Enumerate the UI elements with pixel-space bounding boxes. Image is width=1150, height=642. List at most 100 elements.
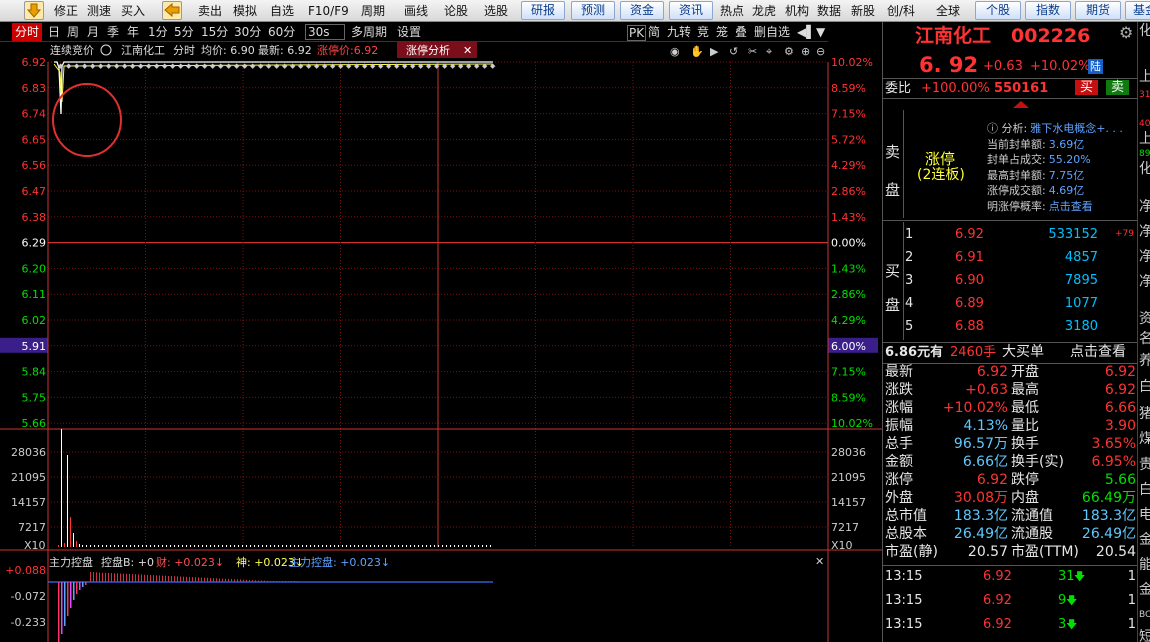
toolbar-item-forum[interactable]: 论股 (444, 3, 468, 19)
tab-multi-period[interactable]: 多周期 (351, 25, 387, 39)
toolbar-item-fix[interactable]: 修正 (54, 3, 78, 19)
indicator-bar (192, 577, 193, 582)
toolbar-tab-news[interactable]: 资讯 (669, 1, 713, 20)
overlay-button[interactable]: 叠 (735, 25, 747, 39)
price-tick-label: 6.74 (22, 108, 47, 121)
volume-bar (274, 545, 275, 547)
volume-bar (134, 545, 135, 547)
limit-marker: ◆ (66, 62, 72, 70)
sell-button[interactable]: 卖 (1106, 80, 1130, 95)
tab-settings[interactable]: 设置 (397, 25, 421, 39)
limit-marker: ◆ (90, 62, 96, 70)
tab-30min[interactable]: 30分 (234, 25, 261, 39)
play-icon[interactable]: ▶ (710, 45, 719, 58)
tab-week[interactable]: 周 (67, 25, 79, 39)
toolbar-item-institution[interactable]: 机构 (785, 3, 809, 19)
tab-quarter[interactable]: 季 (107, 25, 119, 39)
volume-bar (230, 545, 231, 547)
info-icon[interactable]: ⓘ (987, 122, 1002, 135)
indicator-close-icon[interactable]: ✕ (815, 555, 824, 568)
eye-icon[interactable]: ◉ (670, 45, 680, 58)
tab-intraday[interactable]: 分时 (12, 23, 43, 41)
price-tick-label: 6.47 (22, 185, 47, 198)
tab-month[interactable]: 月 (87, 25, 99, 39)
toolbar-item-watchlist[interactable]: 自选 (270, 3, 294, 19)
cage-button[interactable]: 笼 (716, 25, 728, 39)
tab-60min[interactable]: 60分 (268, 25, 295, 39)
dropdown-chevron-icon[interactable]: ▼ (816, 25, 825, 39)
toolbar-item-draw[interactable]: 画线 (404, 3, 428, 19)
toolbar-item-screener[interactable]: 选股 (484, 3, 508, 19)
toolbar-item-sell[interactable]: 卖出 (198, 3, 222, 19)
toolbar-item-global[interactable]: 全球 (936, 3, 960, 19)
side-edge-label: 金 (1139, 533, 1150, 548)
indicator-name[interactable]: 主力控盘 (49, 555, 93, 569)
analysis-row[interactable]: 明涨停概率: 点击查看 (987, 200, 1093, 214)
undo-icon[interactable]: ↺ (729, 45, 738, 58)
gear-icon[interactable]: ⚙ (784, 45, 794, 58)
intraday-chart[interactable]: 6.92 6.83 6.74 6.65 6.56 6.47 6.38 6.29 6.20 6.11… (0, 42, 882, 642)
stat-label: 最低 (1011, 400, 1039, 416)
analysis-row: 最高封单额: 7.75亿 (987, 169, 1084, 183)
down-arrow-icon[interactable] (24, 1, 44, 20)
toolbar-tab-forecast[interactable]: 预测 (571, 1, 615, 20)
toolbar-item-simulate[interactable]: 模拟 (233, 3, 257, 19)
volume-bar (334, 545, 335, 547)
sound-icon[interactable]: ◀▌ (797, 25, 815, 39)
tab-year[interactable]: 年 (127, 25, 139, 39)
pk-button[interactable]: PK (627, 25, 647, 41)
settings-gear-icon[interactable]: ⚙ (1119, 25, 1133, 41)
stat-value: 183.3亿 (1081, 508, 1136, 524)
bid-level: 2 (905, 250, 914, 265)
toolbar-item-ipo[interactable]: 新股 (851, 3, 875, 19)
close-icon[interactable]: ✕ (463, 44, 472, 57)
hand-icon[interactable]: ✋ (690, 45, 704, 58)
toolbar-tab-index[interactable]: 指数 (1025, 1, 1071, 20)
volume-tick-label: 7217 (18, 521, 46, 534)
toolbar-tab-funds[interactable]: 资金 (620, 1, 664, 20)
limit-up-title: 涨停 (925, 150, 956, 168)
scissors-icon[interactable]: ✂ (748, 45, 757, 58)
info-icon[interactable] (100, 44, 112, 56)
tab-day[interactable]: 日 (48, 25, 60, 39)
toolbar-item-speedtest[interactable]: 测速 (87, 3, 111, 19)
volume-bar (138, 545, 139, 547)
bid-volume: 533152 (1048, 227, 1098, 242)
price-tick-label: 5.75 (22, 391, 47, 404)
tab-30s-select[interactable]: 30s (305, 24, 345, 40)
simple-button[interactable]: 简 (648, 25, 660, 39)
left-arrow-icon[interactable] (162, 1, 182, 20)
analysis-row[interactable]: ⓘ 分析: 雅下水电概念+. . . (987, 122, 1123, 136)
tab-15min[interactable]: 15分 (201, 25, 228, 39)
toolbar-item-period[interactable]: 周期 (361, 3, 385, 19)
toolbar-item-data[interactable]: 数据 (817, 3, 841, 19)
volume-bar (226, 545, 227, 547)
buy-button[interactable]: 买 (1075, 80, 1099, 95)
remove-watchlist-button[interactable]: 删自选 (754, 25, 790, 39)
zoom-out-icon[interactable]: ⊖ (816, 45, 825, 58)
big-buy-link[interactable]: 点击查看 (1070, 345, 1126, 360)
toolbar-tab-stock[interactable]: 个股 (975, 1, 1021, 20)
toolbar-item-gem[interactable]: 创/科 (887, 3, 915, 19)
limit-marker: ◆ (138, 62, 144, 70)
jiuzhuan-button[interactable]: 九转 (667, 25, 691, 39)
toolbar-item-dragon[interactable]: 龙虎 (752, 3, 776, 19)
indicator-bar (76, 582, 78, 594)
zoom-in-icon[interactable]: ⊕ (801, 45, 810, 58)
tick-volume: 31 (1058, 569, 1075, 584)
price-change-pct: +10.02% (1030, 59, 1091, 74)
side-edge-label: 净 (1139, 275, 1150, 290)
pin-icon[interactable]: ⌖ (766, 45, 772, 58)
tab-5min[interactable]: 5分 (174, 25, 194, 39)
toolbar-item-hot[interactable]: 热点 (720, 3, 744, 19)
auction-button[interactable]: 竞 (697, 25, 709, 39)
toolbar-item-f10[interactable]: F10/F9 (308, 3, 349, 19)
toolbar-item-buy[interactable]: 买入 (121, 3, 145, 19)
toolbar-tab-research[interactable]: 研报 (521, 1, 565, 20)
tab-1min[interactable]: 1分 (148, 25, 168, 39)
indicator-bar (120, 573, 121, 582)
collapse-chevron-icon[interactable] (1011, 99, 1031, 109)
toolbar-tab-futures[interactable]: 期货 (1075, 1, 1121, 20)
toolbar-tab-fund[interactable]: 基金 (1125, 1, 1150, 20)
volume-unit-left: X10 (24, 539, 46, 552)
